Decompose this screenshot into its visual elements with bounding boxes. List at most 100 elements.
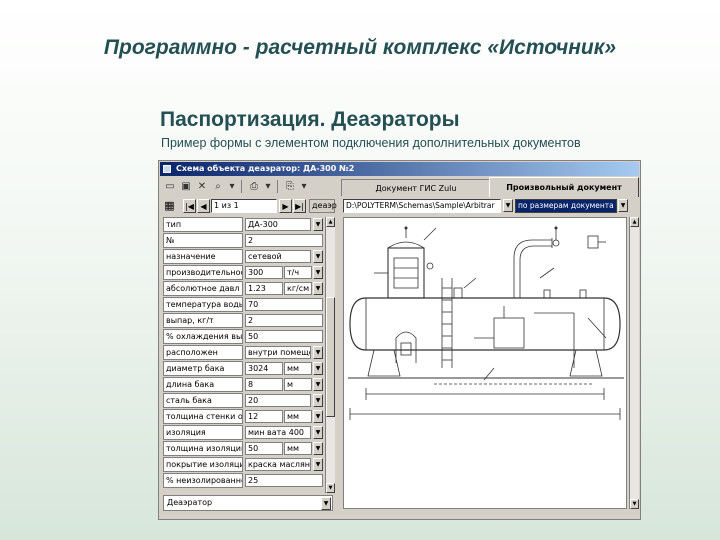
property-value[interactable]: 20	[245, 394, 311, 407]
scroll-down-icon[interactable]: ▼	[630, 499, 639, 509]
tab-gis-zulu[interactable]: Документ ГИС Zulu	[341, 179, 491, 196]
property-row: производительност 300 т/ч ▼	[163, 265, 327, 280]
document-tabs: Документ ГИС Zulu Произвольный документ	[341, 177, 639, 197]
property-label: температура воды	[163, 297, 243, 312]
property-label: изоляция	[163, 425, 243, 440]
chevron-down-icon[interactable]: ▼	[313, 458, 323, 471]
find-icon[interactable]: ⌕	[211, 180, 225, 193]
property-label: тип	[163, 217, 243, 232]
property-value[interactable]: 3024	[245, 362, 283, 375]
property-unit[interactable]: м	[284, 378, 312, 391]
property-value[interactable]: мин вата 400	[245, 426, 311, 439]
next-record-button[interactable]: ▶	[279, 199, 292, 213]
first-record-button[interactable]: |◀	[183, 199, 196, 213]
zoom-select[interactable]: по размерам документа ▼	[515, 199, 629, 213]
slide-title: Программно - расчетный комплекс «Источни…	[103, 36, 617, 59]
tab-arbitrary-document[interactable]: Произвольный документ	[489, 177, 639, 197]
property-label: №	[163, 233, 243, 248]
property-value[interactable]: 70	[245, 298, 323, 311]
property-label: назначение	[163, 249, 243, 264]
property-row: длина бака 8 м ▼	[163, 377, 327, 392]
property-row: изоляция мин вата 400 ▼	[163, 425, 327, 440]
property-label: сталь бака	[163, 393, 243, 408]
print-dropdown-icon[interactable]: ▾	[261, 180, 275, 193]
property-unit[interactable]: мм	[284, 442, 312, 455]
attach-document-icon[interactable]: ⎘	[283, 180, 297, 193]
property-value[interactable]: ДА-300	[245, 218, 311, 231]
deaerator-drawing	[343, 217, 627, 509]
object-type-select-value: Деаэратор	[167, 498, 213, 507]
grid-view-icon[interactable]: ▦	[163, 199, 176, 213]
chevron-down-icon[interactable]: ▼	[321, 497, 331, 510]
chevron-down-icon[interactable]: ▼	[313, 394, 323, 407]
chevron-down-icon[interactable]: ▼	[313, 218, 323, 231]
chevron-down-icon[interactable]: ▼	[503, 199, 513, 212]
delete-icon[interactable]: ✕	[195, 180, 209, 193]
property-row: тип ДА-300 ▼	[163, 217, 327, 232]
attach-dropdown-icon[interactable]: ▾	[297, 180, 311, 193]
property-label: абсолютное давл	[163, 281, 243, 296]
property-value[interactable]: сетевой	[245, 250, 311, 263]
chevron-down-icon[interactable]: ▼	[313, 250, 323, 263]
new-document-icon[interactable]: ▭	[163, 180, 177, 193]
record-counter: 1 из 1	[211, 199, 277, 213]
window-titlebar[interactable]: Схема объекта деаэратор: ДА-300 №2	[160, 162, 639, 176]
property-label: % охлаждения выпа	[163, 329, 243, 344]
property-label: толщина стенки об	[163, 409, 243, 424]
property-list-scrollbar[interactable]: ▲ ▼	[325, 217, 335, 493]
property-unit[interactable]: кг/см	[284, 282, 312, 295]
property-value[interactable]: 8	[245, 378, 283, 391]
property-row: толщина изоляции 50 мм ▼	[163, 441, 327, 456]
property-label: диаметр бака	[163, 361, 243, 376]
property-list: тип ДА-300 ▼ № 2 назначение сетевой ▼ пр…	[163, 217, 327, 493]
property-value[interactable]: краска масляна	[245, 458, 311, 471]
print-icon[interactable]: ⎙	[247, 180, 261, 193]
deaerator-blueprint-image	[348, 226, 624, 420]
scroll-down-icon[interactable]: ▼	[326, 483, 335, 493]
property-value[interactable]: 25	[245, 474, 323, 487]
property-value[interactable]: 2	[245, 234, 323, 247]
scroll-thumb[interactable]	[326, 297, 335, 417]
scroll-up-icon[interactable]: ▲	[326, 217, 335, 227]
property-value[interactable]: 2	[245, 314, 323, 327]
slide-caption: Пример формы с элементом подключения доп…	[161, 136, 581, 150]
chevron-down-icon[interactable]: ▼	[313, 410, 323, 423]
property-row: толщина стенки об 12 мм ▼	[163, 409, 327, 424]
toolbar-separator-2	[277, 180, 278, 193]
property-value[interactable]: 300	[245, 266, 283, 279]
document-path-field[interactable]: D:\POLYTERM\Schemas\Sample\Arbitrar	[343, 199, 501, 213]
record-navigator: ▦ |◀ ◀ 1 из 1 ▶ ▶| деаэр	[163, 199, 337, 215]
last-record-button[interactable]: ▶|	[293, 199, 306, 213]
property-label: покрытие изоляции	[163, 457, 243, 472]
property-label: выпар, кг/т	[163, 313, 243, 328]
object-type-field[interactable]: деаэр	[309, 199, 337, 213]
document-scrollbar[interactable]: ▲ ▼	[629, 217, 639, 509]
property-row: покрытие изоляции краска масляна ▼	[163, 457, 327, 472]
chevron-down-icon[interactable]: ▼	[313, 266, 323, 279]
property-row: температура воды 70	[163, 297, 327, 312]
chevron-down-icon[interactable]: ▼	[313, 442, 323, 455]
document-pane: D:\POLYTERM\Schemas\Sample\Arbitrar ▼ по…	[341, 199, 639, 517]
chevron-down-icon[interactable]: ▼	[313, 378, 323, 391]
property-value[interactable]: 50	[245, 330, 323, 343]
slide-subtitle: Паспортизация. Деаэраторы	[160, 108, 460, 131]
find-dropdown-icon[interactable]: ▾	[225, 180, 239, 193]
property-value[interactable]: внутри помещен	[245, 346, 311, 359]
chevron-down-icon[interactable]: ▼	[618, 199, 628, 212]
object-type-select[interactable]: Деаэратор ▼	[163, 495, 333, 511]
property-unit[interactable]: мм	[284, 362, 312, 375]
property-value[interactable]: 12	[245, 410, 283, 423]
chevron-down-icon[interactable]: ▼	[313, 346, 323, 359]
chevron-down-icon[interactable]: ▼	[313, 282, 323, 295]
scroll-up-icon[interactable]: ▲	[630, 217, 639, 227]
save-icon[interactable]: ▣	[179, 180, 193, 193]
property-value[interactable]: 50	[245, 442, 283, 455]
chevron-down-icon[interactable]: ▼	[313, 362, 323, 375]
prev-record-button[interactable]: ◀	[197, 199, 210, 213]
property-unit[interactable]: т/ч	[284, 266, 312, 279]
property-row: диаметр бака 3024 мм ▼	[163, 361, 327, 376]
chevron-down-icon[interactable]: ▼	[313, 426, 323, 439]
property-value[interactable]: 1.23	[245, 282, 283, 295]
property-unit[interactable]: мм	[284, 410, 312, 423]
property-row: сталь бака 20 ▼	[163, 393, 327, 408]
